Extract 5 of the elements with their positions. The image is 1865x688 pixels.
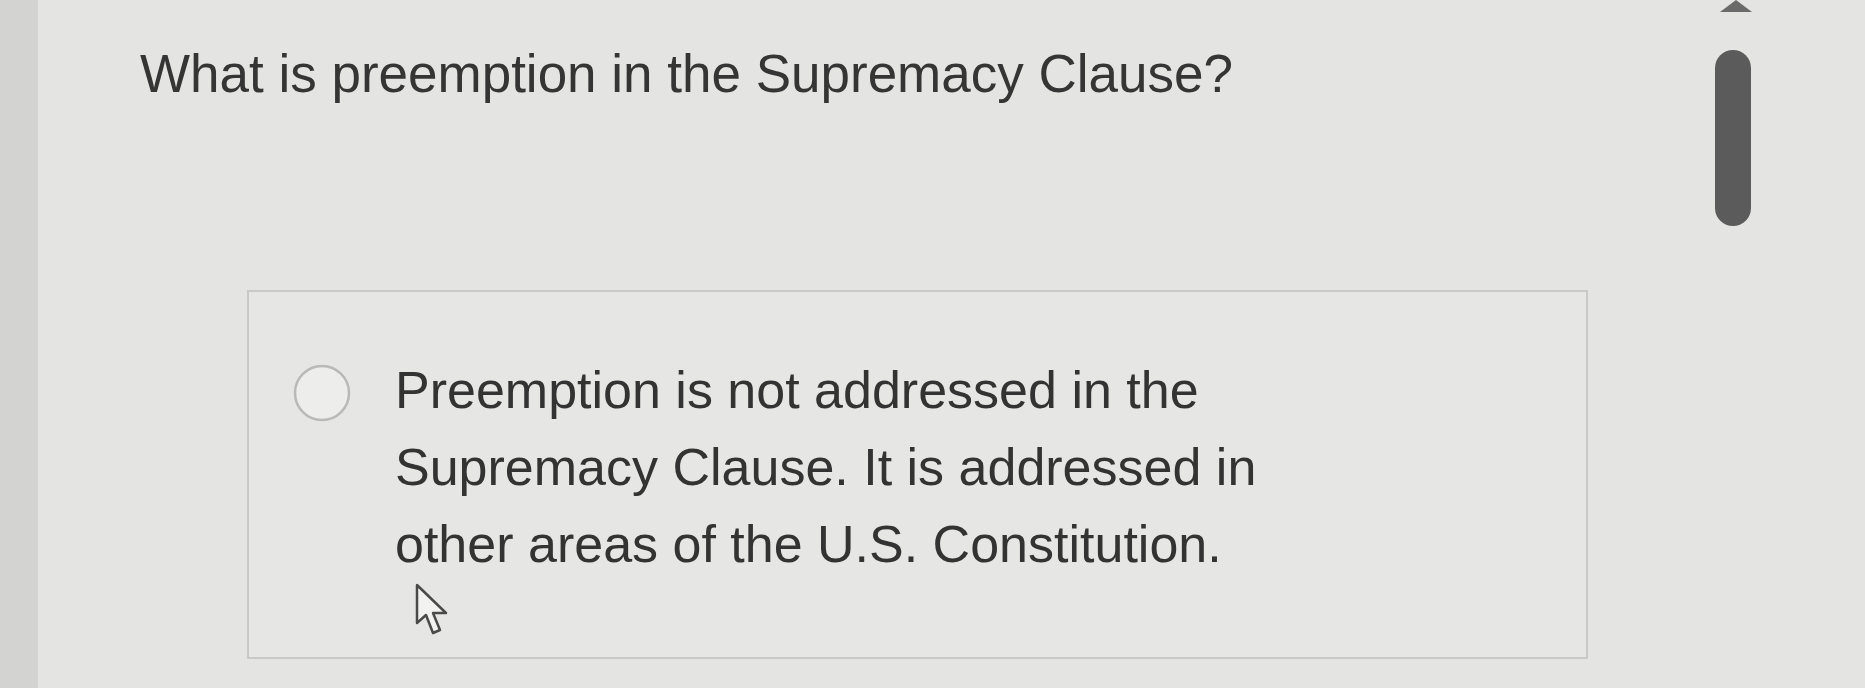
- radio-button[interactable]: [293, 364, 351, 422]
- scrollbar-thumb[interactable]: [1715, 50, 1751, 226]
- answer-option[interactable]: Preemption is not addressed in the Supremacy Clause. It is addressed in other areas of the U.S. Constitution.: [247, 290, 1588, 659]
- question-text: What is preemption in the Supremacy Clause?: [140, 43, 1233, 105]
- scroll-up-arrow-icon[interactable]: [1720, 0, 1752, 12]
